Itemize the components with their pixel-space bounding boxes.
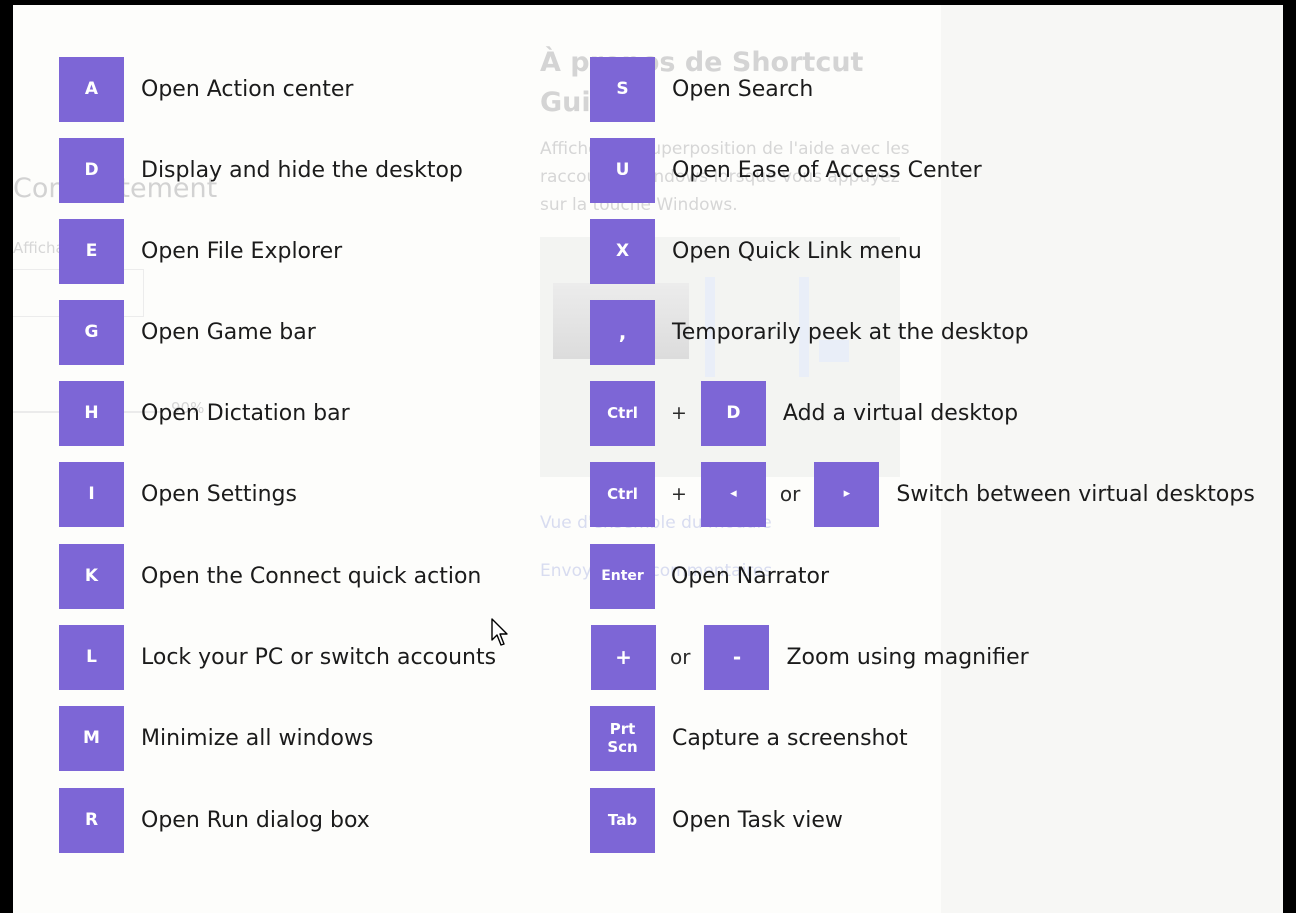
key-cap: K — [59, 543, 124, 609]
key-cap: M — [59, 705, 124, 771]
shortcut-description: Open the Connect quick action — [141, 563, 482, 589]
shortcut-description: Add a virtual desktop — [782, 400, 1019, 426]
shortcut-description: Open Dictation bar — [141, 400, 350, 426]
shortcut-description: Open Task view — [672, 807, 843, 833]
key-cap: L — [59, 624, 124, 690]
shortcut-row-screenshot: Prt Scn Capture a screenshot — [590, 705, 908, 771]
shortcut-row-settings: I Open Settings — [59, 461, 297, 527]
shortcut-description: Open Ease of Access Center — [672, 157, 982, 183]
shortcut-description: Switch between virtual desktops — [896, 481, 1255, 507]
key-line: Scn — [607, 738, 638, 756]
shortcut-row-ease-of-access: U Open Ease of Access Center — [590, 137, 982, 203]
shortcut-row-file-explorer: E Open File Explorer — [59, 218, 342, 284]
shortcut-description: Lock your PC or switch accounts — [141, 644, 497, 670]
or-separator: or — [670, 645, 691, 669]
key-cap: H — [59, 380, 124, 446]
background-side-pane — [941, 5, 1283, 913]
shortcut-description: Open Settings — [141, 481, 297, 507]
shortcut-row-search: S Open Search — [590, 56, 813, 122]
key-line: Prt — [609, 720, 636, 738]
shortcut-description: Open Action center — [141, 76, 354, 102]
shortcut-row-peek: , Temporarily peek at the desktop — [590, 299, 1029, 365]
key-cap: + — [591, 624, 656, 690]
arrow-right-icon: ▸ — [814, 461, 880, 527]
key-cap: Enter — [590, 543, 655, 609]
shortcut-description: Open Run dialog box — [141, 807, 370, 833]
key-cap: Prt Scn — [590, 705, 655, 771]
key-cap: Ctrl — [590, 380, 655, 446]
shortcut-row-run: R Open Run dialog box — [59, 787, 370, 853]
key-cap: Tab — [590, 787, 655, 853]
key-cap: , — [590, 299, 655, 365]
shortcut-row-narrator: Enter Open Narrator — [590, 543, 829, 609]
shortcut-row-connect: K Open the Connect quick action — [59, 543, 481, 609]
shortcut-row-task-view: Tab Open Task view — [590, 787, 843, 853]
key-cap: U — [590, 137, 655, 203]
key-cap: Ctrl — [590, 461, 655, 527]
shortcut-row-zoom: + or - Zoom using magnifier — [591, 624, 1029, 690]
shortcut-description: Open File Explorer — [141, 238, 343, 264]
shortcut-description: Minimize all windows — [141, 725, 374, 751]
shortcut-row-desktop: D Display and hide the desktop — [59, 137, 463, 203]
mouse-pointer-icon — [491, 618, 508, 646]
shortcut-description: Temporarily peek at the desktop — [672, 319, 1029, 345]
shortcut-description: Zoom using magnifier — [786, 644, 1029, 670]
shortcut-description: Open Game bar — [141, 319, 316, 345]
key-cap: D — [700, 380, 766, 446]
key-cap: E — [59, 218, 124, 284]
shortcut-row-action-center: A Open Action center — [59, 56, 353, 122]
shortcut-description: Open Narrator — [671, 563, 830, 589]
key-cap: D — [59, 137, 124, 203]
plus-separator: + — [671, 402, 687, 424]
shortcut-description: Open Search — [672, 76, 814, 102]
key-cap: A — [59, 56, 124, 122]
shortcut-row-switch-desktops: Ctrl + ◂ or ▸ Switch between virtual des… — [590, 461, 1255, 527]
key-cap: - — [704, 624, 770, 690]
key-cap: R — [59, 787, 124, 853]
shortcut-row-add-desktop: Ctrl + D Add a virtual desktop — [590, 380, 1018, 446]
key-cap: X — [590, 218, 655, 284]
shortcut-row-dictation: H Open Dictation bar — [59, 380, 350, 446]
arrow-left-icon: ◂ — [700, 461, 766, 527]
shortcut-description: Capture a screenshot — [672, 725, 908, 751]
shortcut-row-quick-link: X Open Quick Link menu — [590, 218, 922, 284]
key-cap: S — [590, 56, 655, 122]
shortcut-description: Display and hide the desktop — [141, 157, 463, 183]
shortcut-row-game-bar: G Open Game bar — [59, 299, 316, 365]
key-cap: G — [59, 299, 124, 365]
key-cap: I — [59, 461, 124, 527]
shortcut-guide-overlay: À propos de Shortcut Guide Affiche une s… — [0, 0, 1296, 913]
shortcut-row-minimize: M Minimize all windows — [59, 705, 373, 771]
or-separator: or — [779, 482, 801, 506]
plus-separator: + — [671, 483, 687, 505]
shortcut-description: Open Quick Link menu — [672, 238, 922, 264]
shortcut-row-lock: L Lock your PC or switch accounts — [59, 624, 496, 690]
